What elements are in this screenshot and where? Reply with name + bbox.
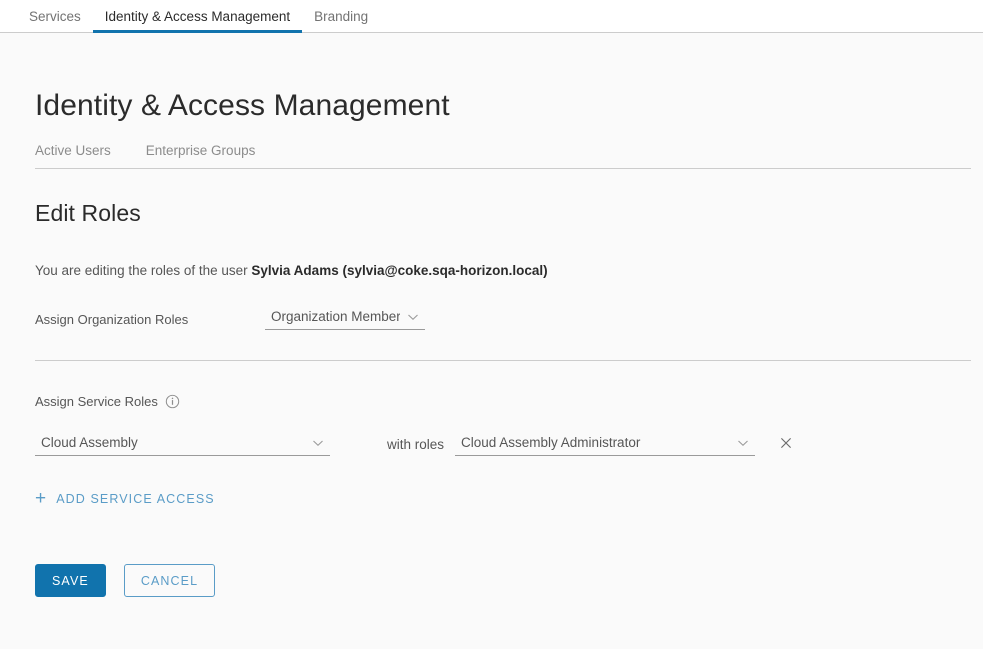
- section-divider: [35, 360, 971, 361]
- plus-icon: +: [35, 488, 48, 509]
- tab-identity-access-management-label: Identity & Access Management: [104, 8, 291, 24]
- service-role-row: Cloud Assembly with roles Cloud Assembly…: [35, 435, 983, 456]
- description-prefix: You are editing the roles of the user: [35, 263, 252, 278]
- top-navigation-bar: Services Identity & Access Management Br…: [0, 0, 983, 33]
- assign-organization-roles-row: Assign Organization Roles Organization M…: [35, 309, 983, 330]
- assign-service-roles-header: Assign Service Roles: [35, 394, 983, 409]
- chevron-down-icon: [736, 436, 750, 450]
- page-title: Identity & Access Management: [35, 89, 450, 122]
- add-service-access-label: Add Service Access: [56, 491, 215, 506]
- page-content: Identity & Access Management Active User…: [0, 33, 983, 597]
- add-service-access-button[interactable]: + Add Service Access: [35, 489, 215, 508]
- tab-branding-label: Branding: [314, 8, 369, 24]
- service-selected-value: Cloud Assembly: [41, 435, 138, 450]
- organization-role-selected-value: Organization Member: [271, 309, 400, 324]
- tab-services-label: Services: [29, 8, 81, 24]
- service-select[interactable]: Cloud Assembly: [35, 435, 330, 456]
- role-selected-value: Cloud Assembly Administrator: [461, 435, 641, 450]
- info-circle-icon[interactable]: [165, 394, 180, 409]
- section-title-edit-roles: Edit Roles: [35, 200, 141, 226]
- tab-services[interactable]: Services: [17, 0, 93, 32]
- assign-organization-roles-label: Assign Organization Roles: [35, 312, 189, 327]
- tab-branding[interactable]: Branding: [302, 0, 380, 32]
- chevron-down-icon: [406, 310, 420, 324]
- form-actions: Save Cancel: [35, 564, 983, 597]
- description-user: Sylvia Adams (sylvia@coke.sqa-horizon.lo…: [251, 263, 548, 278]
- sub-tab-bar: Active Users Enterprise Groups: [35, 143, 971, 169]
- with-roles-label: with roles: [387, 437, 445, 452]
- save-button[interactable]: Save: [35, 564, 106, 597]
- subtab-enterprise-groups[interactable]: Enterprise Groups: [146, 143, 256, 158]
- close-icon[interactable]: [778, 435, 795, 452]
- role-select[interactable]: Cloud Assembly Administrator: [455, 435, 755, 456]
- chevron-down-icon: [311, 436, 325, 450]
- edit-roles-description: You are editing the roles of the user Sy…: [35, 263, 983, 278]
- organization-role-select[interactable]: Organization Member: [265, 309, 425, 330]
- assign-service-roles-label: Assign Service Roles: [35, 394, 158, 409]
- cancel-button[interactable]: Cancel: [123, 564, 216, 597]
- subtab-active-users[interactable]: Active Users: [35, 143, 111, 158]
- tab-identity-access-management[interactable]: Identity & Access Management: [92, 0, 303, 33]
